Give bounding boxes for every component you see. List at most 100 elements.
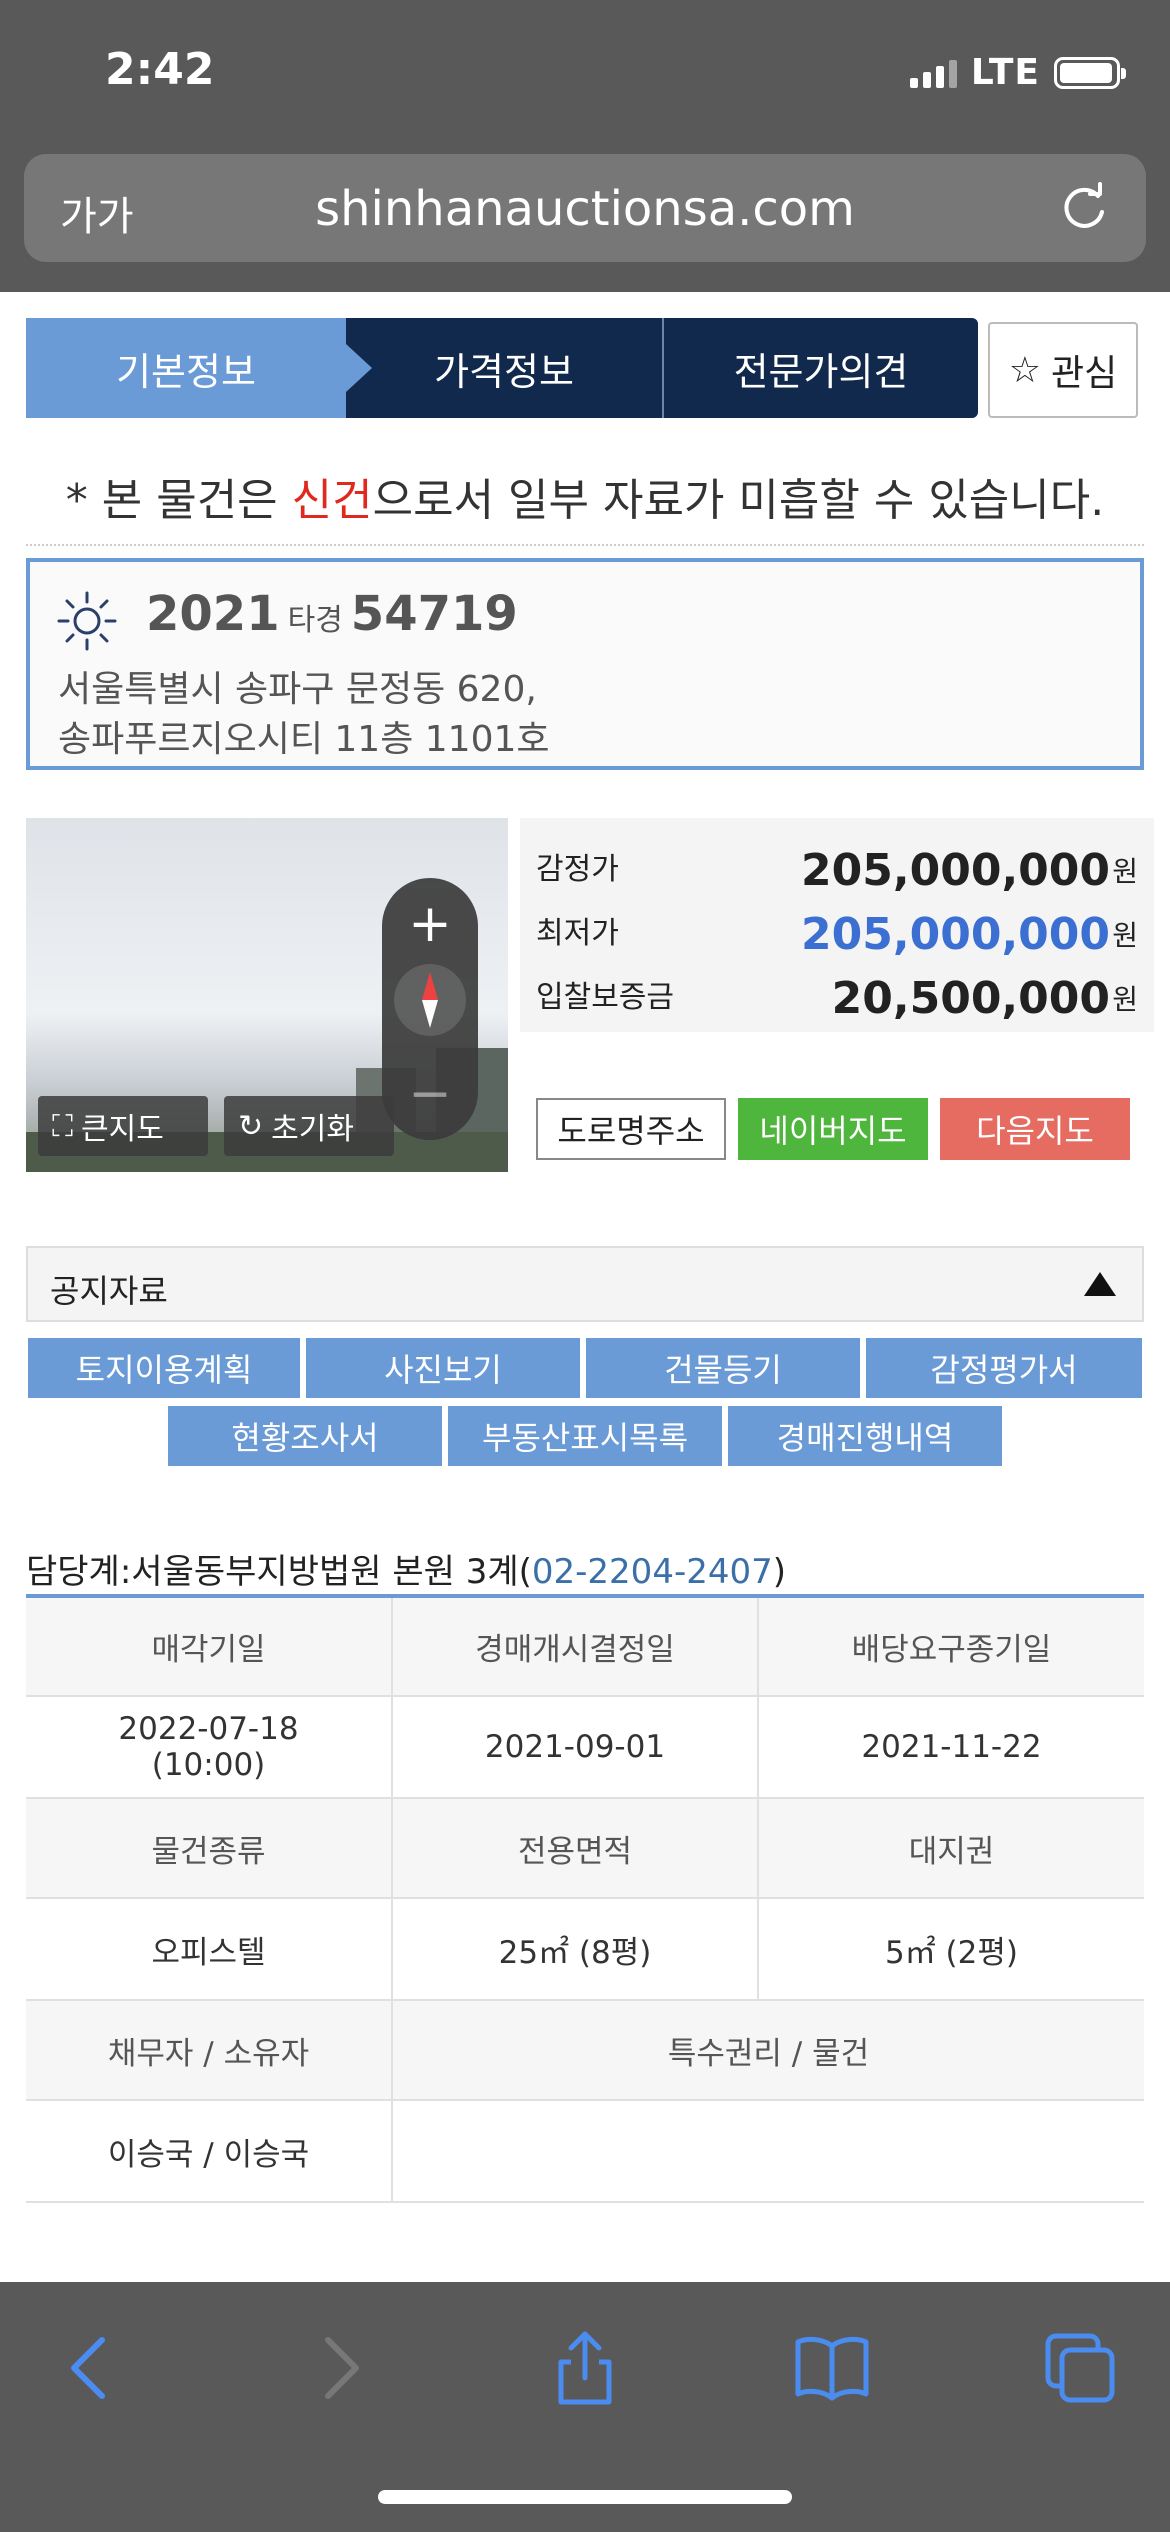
auction-info-table: 매각기일 경매개시결정일 배당요구종기일 2022-07-18 (10:00) 2… bbox=[26, 1594, 1144, 2203]
daum-map-button[interactable]: 다음지도 bbox=[940, 1098, 1130, 1160]
price-unit: 원 bbox=[1112, 983, 1138, 1016]
price-unit: 원 bbox=[1112, 855, 1138, 888]
court-phone-link[interactable]: 02-2204-2407 bbox=[532, 1552, 773, 1592]
sale-date: 2022-07-18 bbox=[118, 1711, 299, 1747]
bookmarks-icon[interactable] bbox=[792, 2328, 872, 2408]
price-summary: 감정가 205,000,000 원 최저가 205,000,000 원 입찰보증… bbox=[520, 818, 1154, 1032]
map-reset-label: 초기화 bbox=[271, 1112, 354, 1147]
table-row: 채무자 / 소유자 특수권리 / 물건 bbox=[26, 1999, 1144, 2101]
new-item-notice: * 본 물건은 신건으로서 일부 자료가 미흡할 수 있습니다. bbox=[26, 464, 1144, 546]
doc-appraisal-report[interactable]: 감정평가서 bbox=[866, 1338, 1142, 1398]
expand-icon: ⛶ bbox=[52, 1108, 73, 1144]
favorite-label: 관심 bbox=[1051, 353, 1118, 394]
documents-header[interactable]: 공지자료 bbox=[26, 1246, 1144, 1322]
table-header: 대지권 bbox=[757, 1797, 1144, 1899]
zoom-out-button[interactable]: − bbox=[382, 1064, 478, 1124]
browser-chrome: 가가 shinhanauctionsa.com bbox=[0, 150, 1170, 292]
road-address-button[interactable]: 도로명주소 bbox=[536, 1098, 726, 1160]
status-indicators: LTE bbox=[909, 52, 1126, 93]
table-header: 매각기일 bbox=[26, 1595, 393, 1697]
case-serial: 54719 bbox=[350, 586, 518, 642]
table-header: 배당요구종기일 bbox=[757, 1595, 1144, 1697]
table-header: 특수권리 / 물건 bbox=[391, 1999, 1144, 2101]
sun-icon bbox=[57, 591, 117, 651]
price-value: 20,500,000 bbox=[831, 973, 1110, 1024]
back-icon[interactable] bbox=[50, 2328, 130, 2408]
table-cell-sale-date: 2022-07-18 (10:00) bbox=[26, 1695, 393, 1799]
table-cell: 25㎡ (8평) bbox=[391, 1897, 759, 2001]
price-row-appraisal: 감정가 205,000,000 원 bbox=[536, 836, 1138, 896]
price-row-deposit: 입찰보증금 20,500,000 원 bbox=[536, 964, 1138, 1024]
doc-status-report[interactable]: 현황조사서 bbox=[168, 1406, 442, 1466]
notice-highlight: 신건 bbox=[291, 475, 373, 526]
star-icon: ☆ bbox=[1008, 349, 1042, 391]
reload-icon[interactable] bbox=[1058, 182, 1110, 234]
address-line-1: 서울특별시 송파구 문정동 620, bbox=[58, 669, 537, 710]
favorite-button[interactable]: ☆ 관심 bbox=[988, 322, 1138, 418]
court-info: 담당계:서울동부지방법원 본원 3계(02-2204-2407) bbox=[26, 1544, 786, 1593]
table-cell: 2021-09-01 bbox=[391, 1695, 759, 1799]
map-zoom-control: + − bbox=[382, 878, 478, 1140]
collapse-triangle-icon[interactable] bbox=[1084, 1272, 1116, 1296]
address-bar[interactable]: 가가 shinhanauctionsa.com bbox=[24, 154, 1146, 262]
status-bar: 2:42 LTE bbox=[0, 0, 1170, 150]
address-line-2: 송파푸르지오시티 11층 1101호 bbox=[58, 719, 550, 760]
street-view-map[interactable]: + − ⛶ 큰지도 ↻ 초기화 bbox=[26, 818, 508, 1172]
info-tabs: 기본정보 가격정보 전문가의견 bbox=[26, 318, 978, 418]
price-label: 입찰보증금 bbox=[536, 980, 674, 1015]
url-text[interactable]: shinhanauctionsa.com bbox=[24, 181, 1146, 237]
price-value: 205,000,000 bbox=[801, 845, 1110, 896]
network-label: LTE bbox=[970, 52, 1040, 93]
table-header: 채무자 / 소유자 bbox=[26, 1999, 393, 2101]
price-value: 205,000,000 bbox=[801, 909, 1110, 960]
table-header: 물건종류 bbox=[26, 1797, 393, 1899]
table-cell: 오피스텔 bbox=[26, 1897, 393, 2001]
case-number: 2021 타경 54719 bbox=[146, 586, 518, 642]
table-row: 물건종류 전용면적 대지권 bbox=[26, 1797, 1144, 1899]
forward-icon[interactable] bbox=[300, 2328, 380, 2408]
doc-building-registry[interactable]: 건물등기 bbox=[586, 1338, 860, 1398]
price-label: 감정가 bbox=[536, 852, 619, 887]
tab-basic-info[interactable]: 기본정보 bbox=[26, 318, 372, 418]
doc-property-list[interactable]: 부동산표시목록 bbox=[448, 1406, 722, 1466]
share-icon[interactable] bbox=[545, 2328, 625, 2408]
sale-time: (10:00) bbox=[151, 1747, 266, 1783]
court-prefix: 담당계:서울동부지방법원 본원 3계( bbox=[26, 1552, 532, 1592]
case-info-box: 2021 타경 54719 서울특별시 송파구 문정동 620, 송파푸르지오시티 … bbox=[26, 558, 1144, 770]
zoom-in-button[interactable]: + bbox=[382, 894, 478, 954]
battery-icon bbox=[1054, 56, 1126, 89]
documents-title: 공지자료 bbox=[50, 1272, 168, 1310]
table-row: 이승국 / 이승국 bbox=[26, 2099, 1144, 2203]
table-row: 오피스텔 25㎡ (8평) 5㎡ (2평) bbox=[26, 1897, 1144, 2001]
notice-suffix: 으로서 일부 자료가 미흡할 수 있습니다. bbox=[372, 475, 1105, 526]
table-row: 매각기일 경매개시결정일 배당요구종기일 bbox=[26, 1595, 1144, 1697]
notice-prefix: * 본 물건은 bbox=[65, 475, 292, 526]
naver-map-button[interactable]: 네이버지도 bbox=[738, 1098, 928, 1160]
doc-photos[interactable]: 사진보기 bbox=[306, 1338, 580, 1398]
status-time: 2:42 bbox=[105, 44, 215, 95]
compass-icon[interactable] bbox=[394, 964, 466, 1036]
tab-price-info[interactable]: 가격정보 bbox=[346, 318, 664, 418]
table-header: 전용면적 bbox=[391, 1797, 759, 1899]
doc-land-use-plan[interactable]: 토지이용계획 bbox=[28, 1338, 300, 1398]
big-map-button[interactable]: ⛶ 큰지도 bbox=[38, 1096, 208, 1156]
table-cell: 이승국 / 이승국 bbox=[26, 2099, 393, 2203]
map-link-buttons: 도로명주소 네이버지도 다음지도 bbox=[536, 1098, 1130, 1160]
refresh-icon: ↻ bbox=[238, 1108, 264, 1144]
table-header: 경매개시결정일 bbox=[391, 1595, 759, 1697]
table-cell: 2021-11-22 bbox=[757, 1695, 1144, 1799]
tabs-icon[interactable] bbox=[1040, 2328, 1120, 2408]
map-reset-button[interactable]: ↻ 초기화 bbox=[224, 1096, 394, 1156]
court-suffix: ) bbox=[772, 1552, 787, 1592]
big-map-label: 큰지도 bbox=[81, 1112, 164, 1147]
price-label: 최저가 bbox=[536, 916, 619, 951]
price-row-minimum: 최저가 205,000,000 원 bbox=[536, 900, 1138, 960]
table-cell: 5㎡ (2평) bbox=[757, 1897, 1144, 2001]
signal-icon bbox=[909, 58, 957, 88]
price-unit: 원 bbox=[1112, 919, 1138, 952]
doc-auction-history[interactable]: 경매진행내역 bbox=[728, 1406, 1002, 1466]
case-type: 타경 bbox=[287, 603, 343, 638]
table-row: 2022-07-18 (10:00) 2021-09-01 2021-11-22 bbox=[26, 1695, 1144, 1799]
tab-expert-opinion[interactable]: 전문가의견 bbox=[664, 318, 978, 418]
table-cell bbox=[391, 2099, 1144, 2203]
